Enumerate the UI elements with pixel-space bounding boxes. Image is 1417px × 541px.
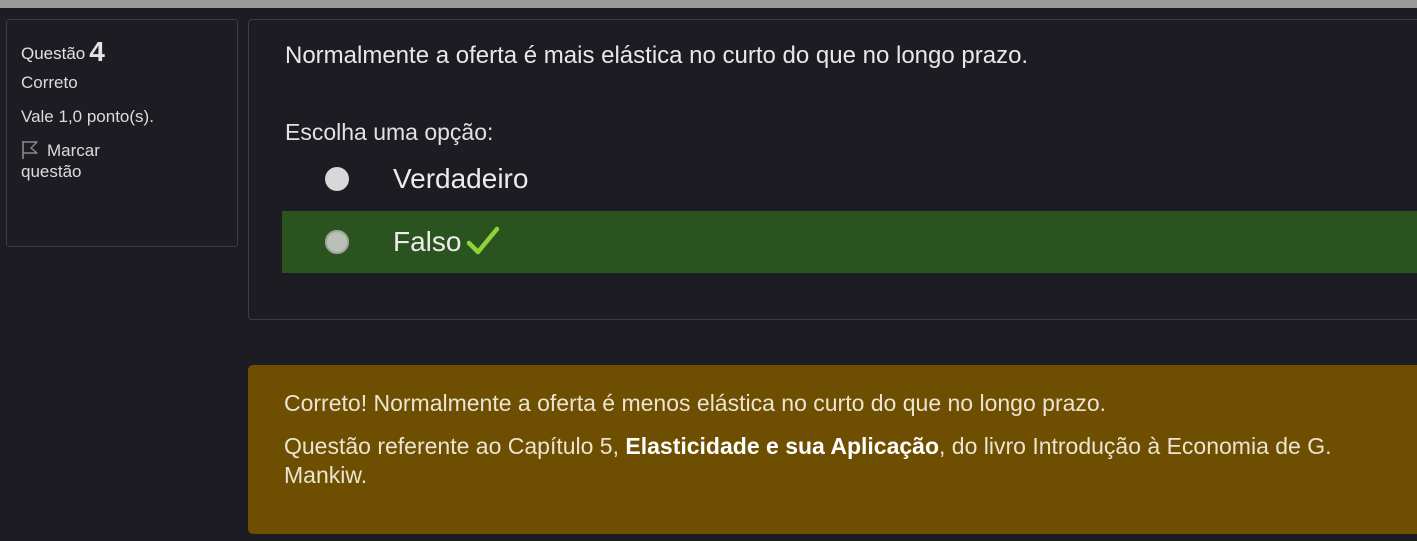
feedback-panel: Correto! Normalmente a oferta é menos el… <box>248 365 1417 534</box>
feedback-ref-chapter: Elasticidade e sua Aplicação <box>625 433 940 459</box>
radio-verdadeiro[interactable] <box>325 167 349 191</box>
option-label-falso-wrap: Falso <box>393 225 501 258</box>
question-text: Normalmente a oferta é mais elástica no … <box>285 42 1029 69</box>
question-label: Questão <box>21 44 86 63</box>
feedback-reference: Questão referente ao Capítulo 5, Elastic… <box>284 432 1394 490</box>
option-verdadeiro[interactable]: Verdadeiro <box>282 150 1417 210</box>
answer-prompt: Escolha uma opção: <box>285 119 494 145</box>
flag-question-button[interactable]: Marcar questão <box>21 140 237 182</box>
question-number-line: Questão 4 <box>21 34 237 72</box>
option-label-verdadeiro: Verdadeiro <box>393 163 529 194</box>
question-points: Vale 1,0 ponto(s). <box>21 107 154 126</box>
question-info-panel: Questão 4 Correto Vale 1,0 ponto(s). Marc… <box>6 19 238 247</box>
check-icon <box>465 225 501 257</box>
flag-label-2: questão <box>21 162 82 181</box>
option-falso[interactable]: Falso <box>282 211 1417 273</box>
flag-icon <box>21 140 43 160</box>
feedback-ref-start: Questão referente ao Capítulo 5, <box>284 433 626 459</box>
top-bar <box>0 0 1417 8</box>
radio-falso[interactable] <box>325 230 349 254</box>
feedback-general: Correto! Normalmente a oferta é menos el… <box>284 390 1107 416</box>
question-panel: Normalmente a oferta é mais elástica no … <box>248 19 1417 320</box>
option-label-falso: Falso <box>393 226 462 257</box>
question-status: Correto <box>21 73 78 92</box>
question-number: 4 <box>89 36 105 67</box>
flag-label: Marcar <box>47 141 100 160</box>
